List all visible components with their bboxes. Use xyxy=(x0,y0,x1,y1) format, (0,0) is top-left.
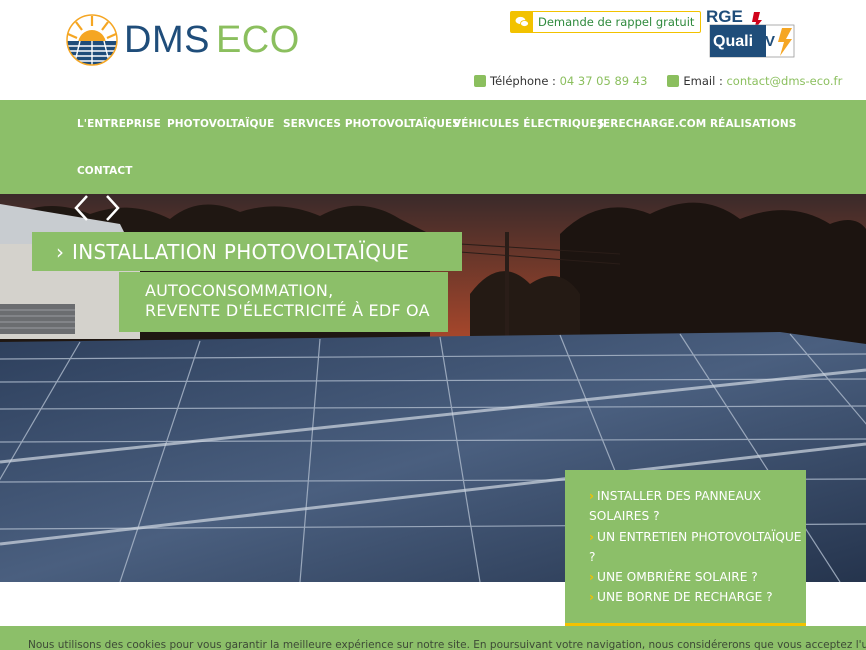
hero-title-text: INSTALLATION PHOTOVOLTAÏQUE xyxy=(72,239,410,264)
side-link-panneaux[interactable]: › INSTALLER DES PANNEAUX SOLAIRES ? xyxy=(589,486,806,527)
nav-item-jerecharge[interactable]: JERECHARGE.COM xyxy=(599,118,706,130)
side-link-borne[interactable]: › UNE BORNE DE RECHARGE ? xyxy=(589,587,806,607)
callback-request-button[interactable]: Demande de rappel gratuit xyxy=(510,11,702,33)
nav-item-realisations[interactable]: RÉALISATIONS xyxy=(710,118,796,130)
page: DMS ECO Demande de rappel gratuit RGE Qua… xyxy=(0,0,866,650)
nav-item-vehicules[interactable]: VÉHICULES ÉLECTRIQUES xyxy=(453,118,605,130)
main-nav: L'ENTREPRISE PHOTOVOLTAÏQUE SERVICES PHO… xyxy=(0,100,866,194)
prev-arrow-icon[interactable] xyxy=(72,194,92,222)
pv-text: PV xyxy=(755,33,775,50)
phone-value[interactable]: 04 37 05 89 43 xyxy=(560,74,648,88)
side-link-label: UNE OMBRIÈRE SOLAIRE ? xyxy=(597,570,758,585)
side-link-ombriere[interactable]: › UNE OMBRIÈRE SOLAIRE ? xyxy=(589,567,806,587)
nav-item-entreprise[interactable]: L'ENTREPRISE xyxy=(77,118,161,130)
hero-subtitle-line2: REVENTE D'ÉLECTRICITÉ À EDF OA xyxy=(145,301,430,320)
side-link-label: UNE BORNE DE RECHARGE ? xyxy=(597,590,773,605)
hero-subtitle-line1: AUTOCONSOMMATION, xyxy=(145,281,334,300)
sun-logo-icon xyxy=(66,14,118,66)
chevron-right-icon: › xyxy=(56,239,65,264)
rge-text: RGE xyxy=(706,7,743,26)
chevron-right-icon: › xyxy=(589,590,595,605)
site-logo[interactable]: DMS ECO xyxy=(66,12,300,68)
quali-text: Quali xyxy=(713,33,753,50)
contact-line: Téléphone : 04 37 05 89 43 Email : conta… xyxy=(474,74,842,88)
chevron-right-icon: › xyxy=(589,529,595,544)
email-icon xyxy=(667,75,680,87)
nav-item-services[interactable]: SERVICES PHOTOVOLTAÏQUES xyxy=(283,118,460,130)
brand-sub: ECO xyxy=(215,19,300,61)
brand-main: DMS xyxy=(124,19,210,61)
side-link-entretien[interactable]: › UN ENTRETIEN PHOTOVOLTAÏQUE ? xyxy=(589,527,806,568)
side-link-label: INSTALLER DES PANNEAUX SOLAIRES ? xyxy=(589,489,762,524)
cookie-text: Nous utilisons des cookies pour vous gar… xyxy=(28,639,866,650)
phone-label: Téléphone : xyxy=(490,74,556,88)
email-link[interactable]: contact@dms-eco.fr xyxy=(726,74,842,88)
hero-subtitle: AUTOCONSOMMATION, REVENTE D'ÉLECTRICITÉ … xyxy=(119,272,448,332)
chat-bubbles-icon xyxy=(511,12,533,32)
cookie-banner: Nous utilisons des cookies pour vous gar… xyxy=(0,626,866,650)
site-header: DMS ECO Demande de rappel gratuit RGE Qua… xyxy=(0,0,866,100)
chevron-right-icon: › xyxy=(589,489,595,503)
brand-name: DMS ECO xyxy=(124,21,300,59)
email-label: Email : xyxy=(683,74,723,88)
rge-qualipv-logo: RGE Quali PV xyxy=(706,7,795,58)
chevron-right-icon: › xyxy=(589,570,595,585)
next-arrow-icon[interactable] xyxy=(102,194,122,222)
phone-icon xyxy=(474,75,486,87)
side-link-label: UN ENTRETIEN PHOTOVOLTAÏQUE ? xyxy=(589,529,802,564)
callback-label: Demande de rappel gratuit xyxy=(538,15,695,29)
nav-item-photovoltaique[interactable]: PHOTOVOLTAÏQUE xyxy=(167,118,274,130)
nav-item-contact[interactable]: CONTACT xyxy=(77,165,132,177)
services-box: › INSTALLER DES PANNEAUX SOLAIRES ? › UN E… xyxy=(565,470,806,626)
hero-title: › INSTALLATION PHOTOVOLTAÏQUE xyxy=(32,232,462,271)
